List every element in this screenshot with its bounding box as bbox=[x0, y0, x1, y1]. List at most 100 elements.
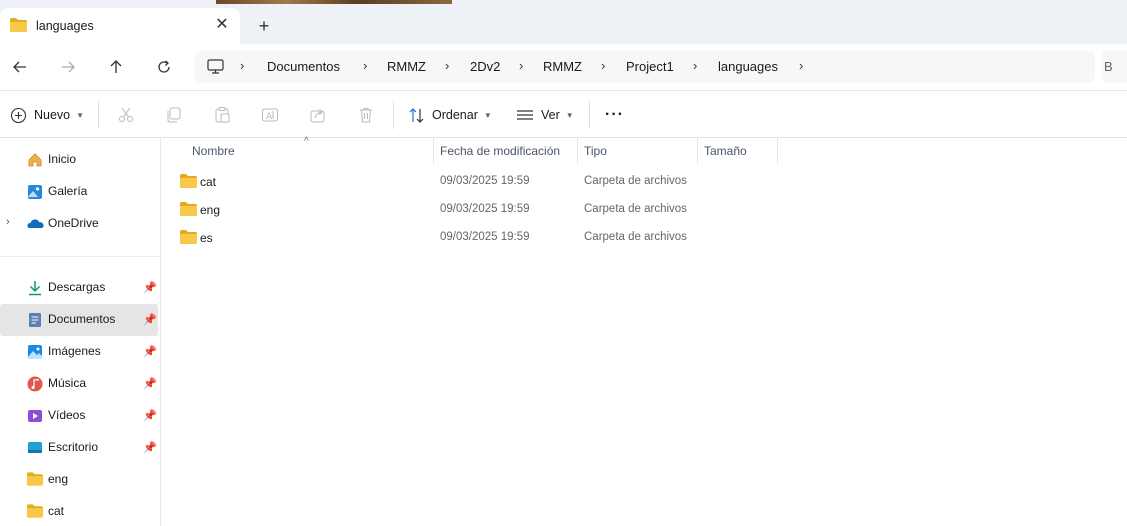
sidebar-item-label: OneDrive bbox=[48, 216, 99, 230]
chevron-down-icon: ▼ bbox=[483, 110, 492, 120]
column-separator[interactable] bbox=[433, 138, 434, 164]
sidebar-divider bbox=[0, 256, 160, 257]
new-label: Nuevo bbox=[34, 108, 71, 122]
sidebar-item-label: cat bbox=[48, 504, 65, 518]
sort-icon bbox=[409, 107, 424, 123]
delete-icon[interactable] bbox=[357, 106, 375, 124]
folder-icon bbox=[180, 230, 197, 247]
forward-button[interactable] bbox=[55, 54, 81, 80]
sidebar-item-label: Escritorio bbox=[48, 440, 99, 454]
search-input[interactable]: B bbox=[1102, 51, 1127, 83]
more-options-button[interactable]: ··· bbox=[605, 103, 624, 127]
address-bar[interactable]: › Documentos › RMMZ › 2Dv2 › RMMZ › Proj… bbox=[195, 51, 1095, 83]
sort-ascending-icon: ^ bbox=[304, 136, 309, 147]
table-row[interactable]: es 09/03/2025 19:59 Carpeta de archivos bbox=[171, 224, 791, 252]
sidebar-item-label: Imágenes bbox=[48, 344, 101, 358]
paste-icon[interactable] bbox=[213, 106, 231, 124]
pin-icon[interactable]: 📌 bbox=[143, 281, 157, 294]
sidebar-item-label: Música bbox=[48, 376, 87, 390]
new-tab-button[interactable]: + bbox=[254, 15, 274, 37]
sidebar-item-escritorio[interactable]: Escritorio 📌 bbox=[0, 432, 158, 464]
sort-label: Ordenar bbox=[432, 108, 478, 122]
file-type: Carpeta de archivos bbox=[584, 203, 687, 215]
folder-icon bbox=[27, 504, 43, 520]
chevron-right-icon[interactable]: › bbox=[6, 216, 10, 228]
breadcrumb-chevron-icon[interactable]: › bbox=[601, 58, 605, 73]
copy-icon[interactable] bbox=[165, 106, 183, 124]
table-row[interactable]: eng 09/03/2025 19:59 Carpeta de archivos bbox=[171, 196, 791, 224]
sidebar-item-galeria[interactable]: Galería bbox=[0, 176, 158, 208]
arrow-right-icon bbox=[62, 61, 75, 73]
sidebar-item-videos[interactable]: Vídeos 📌 bbox=[0, 400, 158, 432]
sort-button[interactable]: Ordenar ▼ bbox=[408, 103, 492, 127]
rename-icon[interactable]: A bbox=[261, 106, 279, 124]
pin-icon[interactable]: 📌 bbox=[143, 313, 157, 326]
this-pc-icon[interactable] bbox=[207, 59, 224, 77]
refresh-button[interactable] bbox=[151, 54, 177, 80]
downloads-icon bbox=[27, 280, 43, 296]
refresh-icon bbox=[158, 60, 170, 73]
breadcrumb-documentos[interactable]: Documentos bbox=[267, 59, 340, 74]
pin-icon[interactable]: 📌 bbox=[143, 345, 157, 358]
breadcrumb-2dv2[interactable]: 2Dv2 bbox=[470, 59, 500, 74]
file-type: Carpeta de archivos bbox=[584, 231, 687, 243]
close-tab-icon[interactable]: ✕ bbox=[212, 15, 232, 35]
search-placeholder: B bbox=[1104, 59, 1113, 74]
sidebar-item-musica[interactable]: Música 📌 bbox=[0, 368, 158, 400]
sidebar-item-cat[interactable]: cat bbox=[0, 496, 158, 526]
divider bbox=[393, 101, 394, 129]
file-name: eng bbox=[200, 203, 221, 217]
file-name: es bbox=[200, 231, 213, 245]
navigation-pane: Inicio Galería › OneDrive Descargas 📌 Do… bbox=[0, 138, 160, 526]
breadcrumb-chevron-icon[interactable]: › bbox=[799, 58, 803, 73]
column-header-size[interactable]: Tamaño bbox=[704, 144, 747, 158]
command-bar: Nuevo ▼ A Ordenar ▼ Ver ▼ ··· bbox=[0, 90, 1127, 138]
sidebar-item-documentos[interactable]: Documentos 📌 bbox=[0, 304, 158, 336]
tab-languages[interactable]: languages ✕ bbox=[0, 8, 240, 44]
view-button[interactable]: Ver ▼ bbox=[516, 103, 574, 127]
breadcrumb-chevron-icon[interactable]: › bbox=[693, 58, 697, 73]
breadcrumb-chevron-icon[interactable]: › bbox=[519, 58, 523, 73]
breadcrumb-rmmz[interactable]: RMMZ bbox=[387, 59, 426, 74]
cut-icon[interactable] bbox=[117, 106, 135, 124]
sidebar-item-descargas[interactable]: Descargas 📌 bbox=[0, 272, 158, 304]
breadcrumb-languages[interactable]: languages bbox=[718, 59, 778, 74]
column-header-date[interactable]: Fecha de modificación bbox=[440, 144, 560, 158]
up-button[interactable] bbox=[103, 54, 129, 80]
title-bar: languages ✕ + bbox=[0, 0, 1127, 44]
new-button[interactable]: Nuevo ▼ bbox=[10, 103, 84, 127]
column-separator[interactable] bbox=[697, 138, 698, 164]
plus-circle-icon bbox=[10, 107, 27, 123]
breadcrumb-chevron-icon[interactable]: › bbox=[445, 58, 449, 73]
column-header-name[interactable]: Nombre bbox=[192, 144, 235, 158]
sidebar-item-onedrive[interactable]: › OneDrive bbox=[0, 208, 158, 240]
column-separator[interactable] bbox=[777, 138, 778, 164]
file-date: 09/03/2025 19:59 bbox=[440, 231, 530, 243]
desktop-background-strip bbox=[216, 0, 452, 4]
pin-icon[interactable]: 📌 bbox=[143, 409, 157, 422]
pin-icon[interactable]: 📌 bbox=[143, 441, 157, 454]
videos-icon bbox=[27, 408, 43, 424]
column-header-type[interactable]: Tipo bbox=[584, 144, 607, 158]
share-icon[interactable] bbox=[309, 106, 327, 124]
sidebar-item-inicio[interactable]: Inicio bbox=[0, 144, 158, 176]
sidebar-item-eng[interactable]: eng bbox=[0, 464, 158, 496]
breadcrumb-project1[interactable]: Project1 bbox=[626, 59, 674, 74]
pictures-icon bbox=[27, 344, 43, 360]
sidebar-item-imagenes[interactable]: Imágenes 📌 bbox=[0, 336, 158, 368]
breadcrumb-rmmz-2[interactable]: RMMZ bbox=[543, 59, 582, 74]
breadcrumb-chevron-icon[interactable]: › bbox=[240, 58, 244, 73]
arrow-left-icon bbox=[13, 61, 26, 73]
breadcrumb-chevron-icon[interactable]: › bbox=[363, 58, 367, 73]
sidebar-item-label: Inicio bbox=[48, 152, 77, 166]
sidebar-item-label: Vídeos bbox=[48, 408, 86, 422]
file-date: 09/03/2025 19:59 bbox=[440, 175, 530, 187]
arrow-up-icon bbox=[110, 60, 122, 73]
back-button[interactable] bbox=[7, 54, 33, 80]
tab-title: languages bbox=[36, 19, 94, 33]
chevron-down-icon: ▼ bbox=[76, 110, 85, 120]
folder-icon bbox=[27, 472, 43, 488]
table-row[interactable]: cat 09/03/2025 19:59 Carpeta de archivos bbox=[171, 168, 791, 196]
pin-icon[interactable]: 📌 bbox=[143, 377, 157, 390]
column-separator[interactable] bbox=[577, 138, 578, 164]
